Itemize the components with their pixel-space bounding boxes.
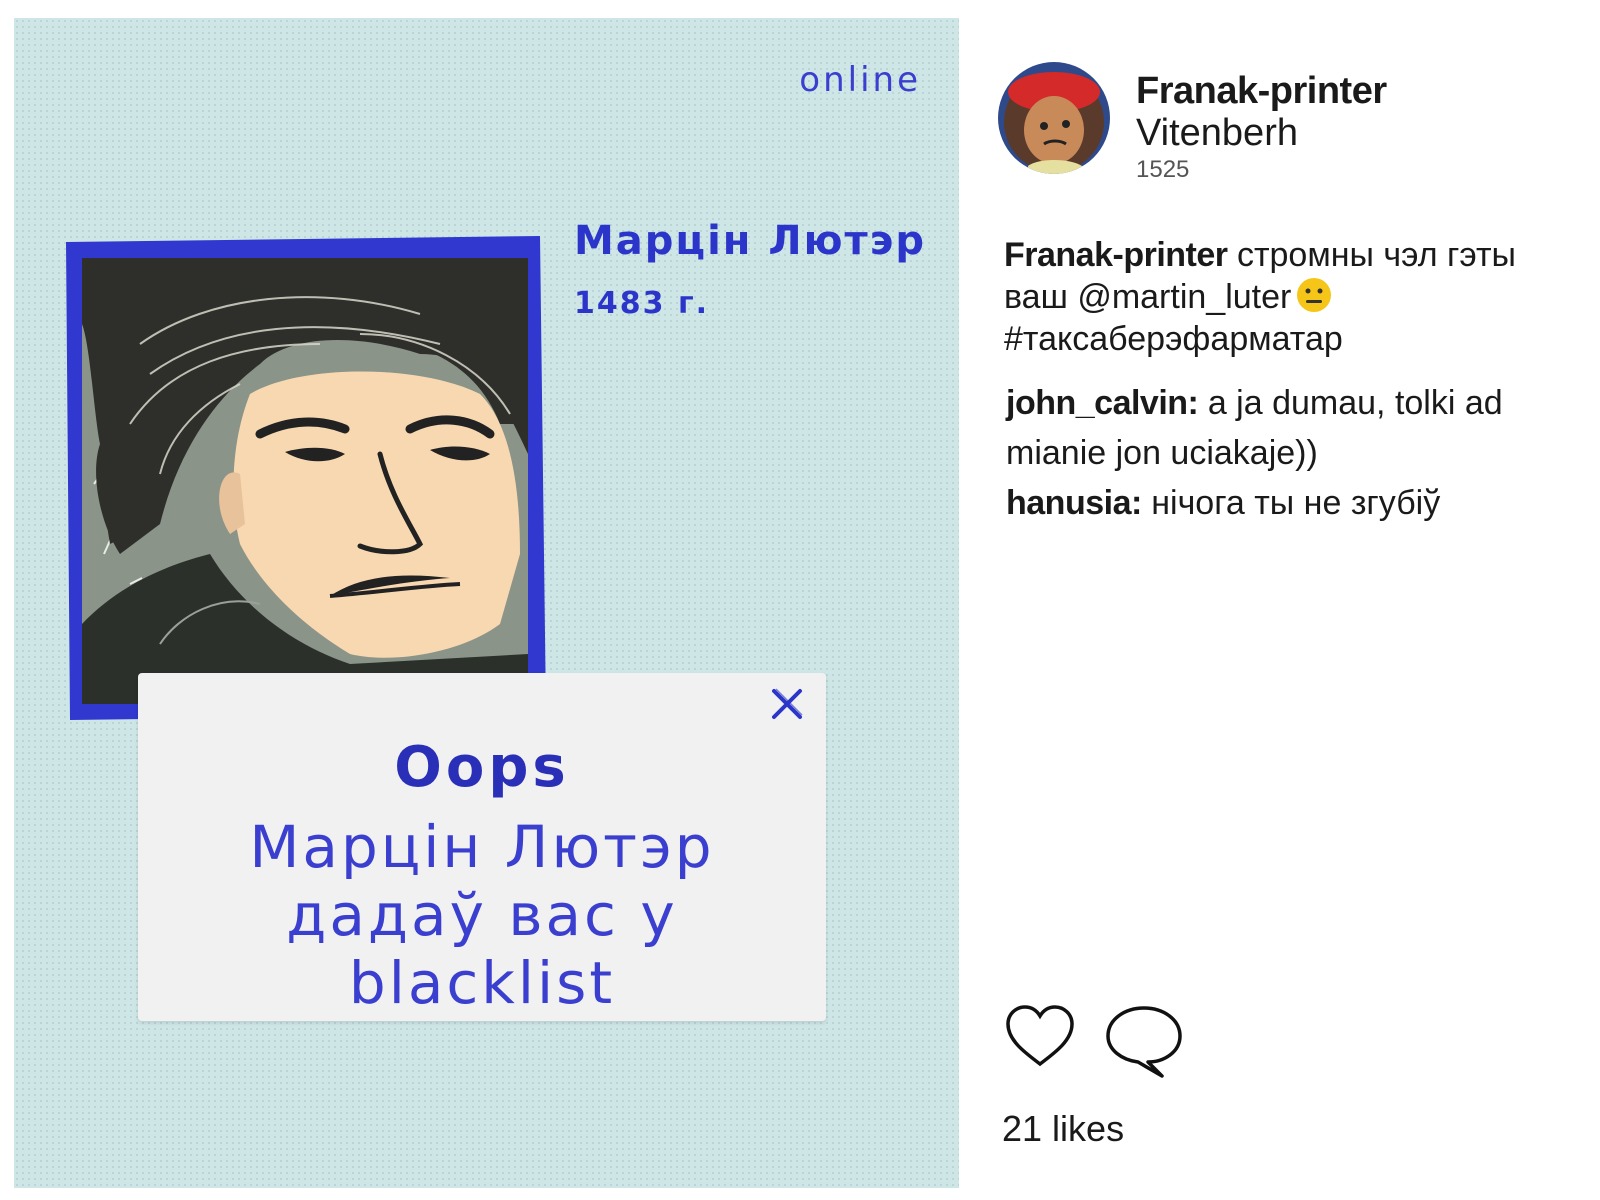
popup-title: Oops — [394, 735, 570, 800]
comment-item: john_calvin: a ja dumau, tolki ad mianie… — [1006, 378, 1566, 478]
comment-item: hanusia: нічога ты не згубіў — [1006, 478, 1566, 528]
caption-username[interactable]: Franak-printer — [1004, 236, 1228, 274]
comment-text: нічога ты не згубіў — [1151, 484, 1441, 522]
close-icon[interactable] — [766, 683, 808, 725]
portrait-illustration — [60, 224, 552, 724]
speech-bubble-icon[interactable] — [1104, 1002, 1184, 1082]
comments-list: john_calvin: a ja dumau, tolki ad mianie… — [1006, 378, 1566, 528]
instagram-post: online Марцін Лютэр 1483 г. Oops Марцін … — [0, 0, 1600, 1200]
likes-count: 21 likes — [1002, 1108, 1125, 1149]
comment-username[interactable]: hanusia: — [1006, 484, 1142, 522]
profile-year: 1483 г. — [574, 286, 710, 321]
post-image: online Марцін Лютэр 1483 г. Oops Марцін … — [14, 18, 959, 1188]
post-date: 1525 — [1136, 156, 1190, 183]
popup-message: Марцін Лютэр дадаў вас у blacklist — [249, 813, 715, 1017]
blacklist-popup: Oops Марцін Лютэр дадаў вас у blacklist — [138, 673, 826, 1021]
profile-name: Марцін Лютэр — [574, 218, 926, 264]
caption-hashtag[interactable]: #таксаберэфарматар — [1004, 320, 1343, 358]
heart-icon[interactable] — [1004, 1004, 1076, 1070]
comment-username[interactable]: john_calvin: — [1006, 384, 1199, 422]
author-location[interactable]: Vitenberh — [1136, 112, 1298, 155]
post-caption: Franak-printer стромны чэл гэты ваш @mar… — [1004, 234, 1564, 360]
author-username[interactable]: Franak-printer — [1136, 70, 1387, 113]
neutral-face-icon — [1295, 276, 1333, 314]
online-status: online — [799, 60, 921, 100]
avatar[interactable] — [998, 62, 1110, 174]
